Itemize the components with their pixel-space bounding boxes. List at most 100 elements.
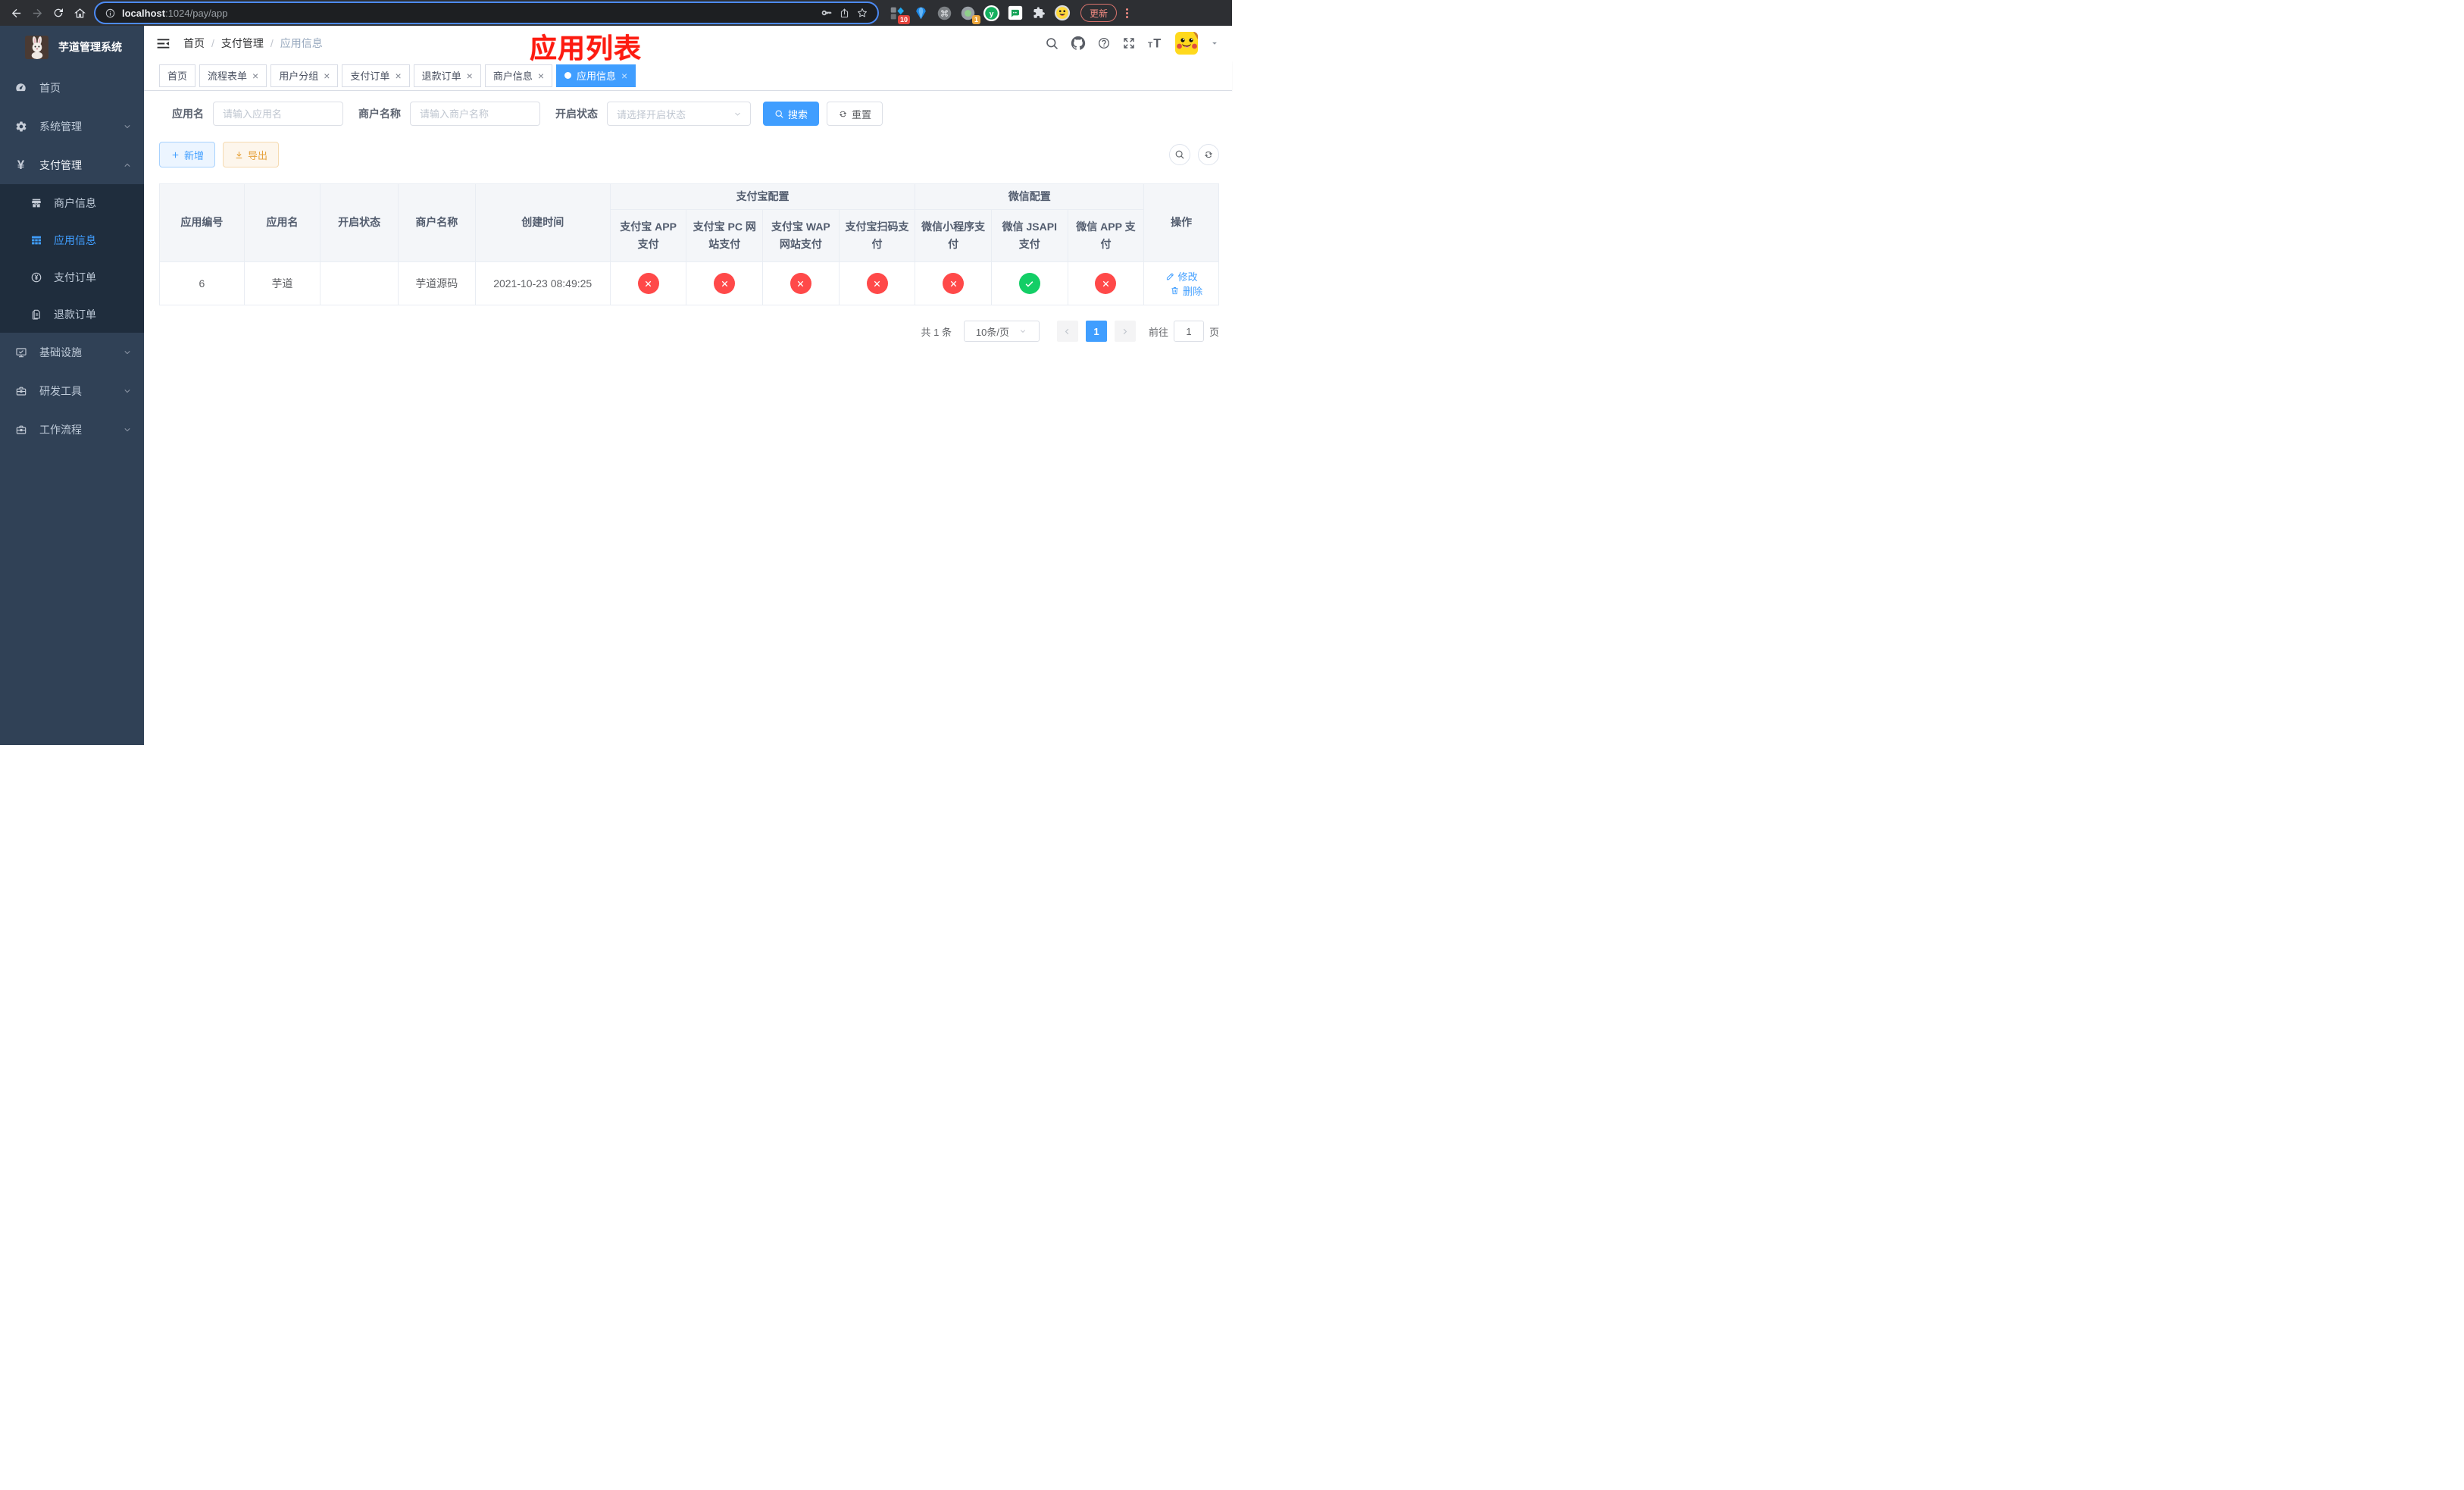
tab-home[interactable]: 首页× [159, 64, 196, 87]
col-alipay-app: 支付宝 APP 支付 [609, 209, 687, 262]
browser-reload-button[interactable] [48, 3, 68, 23]
tab-refund-order[interactable]: 退款订单 × [413, 64, 481, 87]
close-icon[interactable]: × [467, 70, 473, 81]
sidebar-item-app-info[interactable]: 应用信息 [0, 221, 144, 258]
col-alipay-pc: 支付宝 PC 网站支付 [686, 209, 764, 262]
cell-created: 2021-10-23 08:49:25 [474, 261, 611, 305]
page-size-select[interactable]: 10条/页 [963, 321, 1040, 342]
edit-button[interactable]: 修改 [1165, 269, 1198, 283]
merchant-name-input[interactable] [410, 102, 540, 126]
col-alipay-qr: 支付宝扫码支付 [838, 209, 916, 262]
refresh-table-button[interactable] [1198, 144, 1219, 165]
browser-home-button[interactable] [70, 3, 89, 23]
tab-merchant-info[interactable]: 商户信息 × [484, 64, 553, 87]
avatar-caret-icon[interactable] [1209, 38, 1220, 49]
header-search-icon[interactable] [1045, 36, 1059, 51]
yen-circle-icon [30, 271, 42, 283]
extension-badge: 10 [897, 14, 910, 24]
svg-text:T: T [1148, 41, 1152, 49]
user-avatar[interactable] [1175, 32, 1198, 55]
sidebar-item-pay-order[interactable]: 支付订单 [0, 258, 144, 296]
col-app-name: 应用名 [243, 183, 321, 262]
browser-back-button[interactable] [6, 3, 26, 23]
app-name-input[interactable] [213, 102, 343, 126]
browser-forward-button[interactable] [27, 3, 47, 23]
extension-command-icon[interactable] [935, 4, 954, 23]
page-unit-label: 页 [1209, 326, 1219, 338]
browser-toolbar: localhost:1024/pay/app 10 1 y 更新 [0, 0, 1232, 26]
github-icon[interactable] [1071, 36, 1086, 51]
export-button[interactable]: 导出 [223, 142, 280, 167]
search-button[interactable]: 搜索 [763, 102, 820, 126]
reset-button[interactable]: 重置 [827, 102, 883, 126]
tab-user-group[interactable]: 用户分组 × [270, 64, 339, 87]
password-key-icon[interactable] [821, 7, 833, 19]
sidebar-item-dev-tools[interactable]: 研发工具 [0, 371, 144, 410]
share-icon[interactable] [839, 8, 850, 19]
grid-icon [30, 234, 42, 246]
extension-recorder-icon[interactable]: 1 [958, 4, 980, 24]
breadcrumb-payment[interactable]: 支付管理 [221, 36, 264, 51]
sidebar-item-home[interactable]: 首页 [0, 68, 144, 107]
bookmark-star-icon[interactable] [856, 7, 868, 19]
table-row: 6 芋道 芋道源码 2021-10-23 08:49:25 修改 删除 [159, 261, 1219, 305]
col-created: 创建时间 [474, 183, 611, 262]
close-icon[interactable]: × [395, 70, 401, 81]
help-icon[interactable] [1097, 36, 1111, 50]
toggle-search-button[interactable] [1169, 144, 1190, 165]
sidebar-item-merchant-info[interactable]: 商户信息 [0, 184, 144, 221]
sidebar-item-system[interactable]: 系统管理 [0, 107, 144, 146]
sidebar-collapse-icon[interactable] [155, 36, 171, 52]
url-host: localhost [122, 7, 166, 19]
address-bar[interactable]: localhost:1024/pay/app [95, 3, 877, 23]
navbar: 首页 / 支付管理 / 应用信息 应用列表 TT [144, 26, 1232, 64]
font-size-icon[interactable]: TT [1147, 36, 1164, 51]
close-icon[interactable]: × [324, 70, 330, 81]
site-info-icon[interactable] [105, 8, 116, 19]
close-icon[interactable]: × [252, 70, 258, 81]
close-icon[interactable]: × [621, 70, 627, 81]
goto-page-input[interactable] [1173, 321, 1204, 342]
fullscreen-icon[interactable] [1122, 36, 1136, 50]
tab-process-form[interactable]: 流程表单 × [199, 64, 267, 87]
tab-app-info[interactable]: 应用信息 × [556, 64, 636, 87]
sidebar-item-label: 商户信息 [54, 196, 96, 209]
extension-chat-icon[interactable] [1005, 4, 1024, 23]
add-button[interactable]: 新增 [159, 142, 216, 167]
tabs-view-bar: 首页× 流程表单× 用户分组× 支付订单× 退款订单× 商户信息× 应用信息× [144, 61, 1232, 91]
table-toolbar: 新增 导出 [159, 142, 1219, 167]
sidebar-item-label: 研发工具 [39, 384, 82, 397]
channel-status-icon [714, 273, 736, 294]
tab-pay-order[interactable]: 支付订单 × [342, 64, 410, 87]
status-select[interactable]: 请选择开启状态 [607, 102, 751, 126]
chevron-up-icon [122, 160, 133, 171]
extension-yuque-icon[interactable]: y [982, 4, 1001, 23]
browser-update-button[interactable]: 更新 [1080, 4, 1118, 22]
prev-page-button[interactable] [1056, 321, 1078, 342]
delete-button[interactable]: 删除 [1170, 283, 1202, 298]
dashboard-icon [14, 81, 27, 94]
page-number-button[interactable]: 1 [1085, 321, 1107, 342]
svg-text:T: T [1153, 36, 1161, 50]
chevron-down-icon [122, 386, 133, 396]
col-app-id: 应用编号 [159, 183, 245, 262]
browser-menu-icon[interactable] [1120, 8, 1134, 18]
extension-blocks-icon[interactable]: 10 [888, 4, 910, 24]
breadcrumb: 首页 / 支付管理 / 应用信息 [183, 36, 323, 51]
col-wechat-mini: 微信小程序支付 [915, 209, 992, 262]
next-page-button[interactable] [1114, 321, 1136, 342]
close-icon[interactable]: × [538, 70, 544, 81]
sidebar-item-workflow[interactable]: 工作流程 [0, 410, 144, 449]
breadcrumb-home[interactable]: 首页 [183, 36, 205, 51]
sidebar-item-payment[interactable]: ¥ 支付管理 [0, 146, 144, 184]
status-label: 开启状态 [555, 108, 598, 120]
app-logo[interactable]: 芋道管理系统 [0, 26, 144, 68]
profile-avatar-icon[interactable] [1052, 4, 1071, 23]
sidebar-item-refund-order[interactable]: 退款订单 [0, 296, 144, 333]
extensions-puzzle-icon[interactable] [1029, 4, 1048, 23]
channel-status-icon [866, 273, 888, 294]
gear-icon [14, 121, 27, 133]
extension-kite-icon[interactable] [911, 4, 930, 23]
sidebar-item-infrastructure[interactable]: 基础设施 [0, 333, 144, 371]
page-content: 应用名 商户名称 开启状态 请选择开启状态 搜索 重置 新增 导出 [144, 91, 1232, 745]
